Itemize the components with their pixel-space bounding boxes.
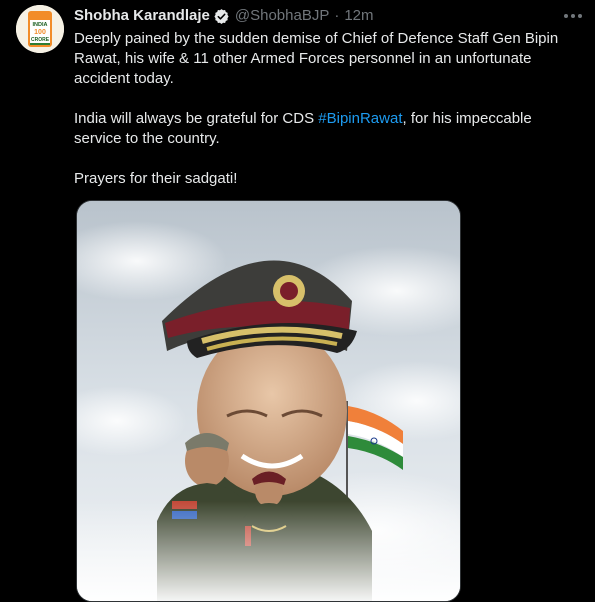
tweet-paragraph-2: India will always be grateful for CDS #B… [74,109,559,149]
avatar[interactable]: INDIA 100 CRORE [16,5,64,53]
tweet-image[interactable] [76,200,461,602]
tweet-paragraph-3: Prayers for their sadgati! [74,170,238,187]
avatar-badge-line2: 100 [34,29,46,36]
author-handle[interactable]: @ShobhaBJP [235,6,329,26]
verified-badge-icon [213,8,230,25]
avatar-badge-line1: INDIA [33,22,48,28]
tweet-text: Deeply pained by the sudden demise of Ch… [74,29,559,209]
author-name[interactable]: Shobha Karandlaje [74,6,210,26]
separator-dot: · [334,7,340,24]
avatar-image: INDIA 100 CRORE [16,5,64,53]
tweet-paragraph-2-start: India will always be grateful for CDS [74,110,319,127]
tribute-image [77,201,460,601]
tweet-header: Shobha Karandlaje @ShobhaBJP · 12m [74,6,374,26]
tweet: INDIA 100 CRORE Shobha Karandlaje @Shobh… [0,0,595,602]
avatar-badge-line3: CRORE [31,37,50,43]
more-options-icon[interactable] [562,6,584,26]
hashtag-link[interactable]: #BipinRawat [318,110,402,127]
tweet-paragraph-1: Deeply pained by the sudden demise of Ch… [74,30,559,87]
tweet-timestamp[interactable]: 12m [344,6,373,26]
